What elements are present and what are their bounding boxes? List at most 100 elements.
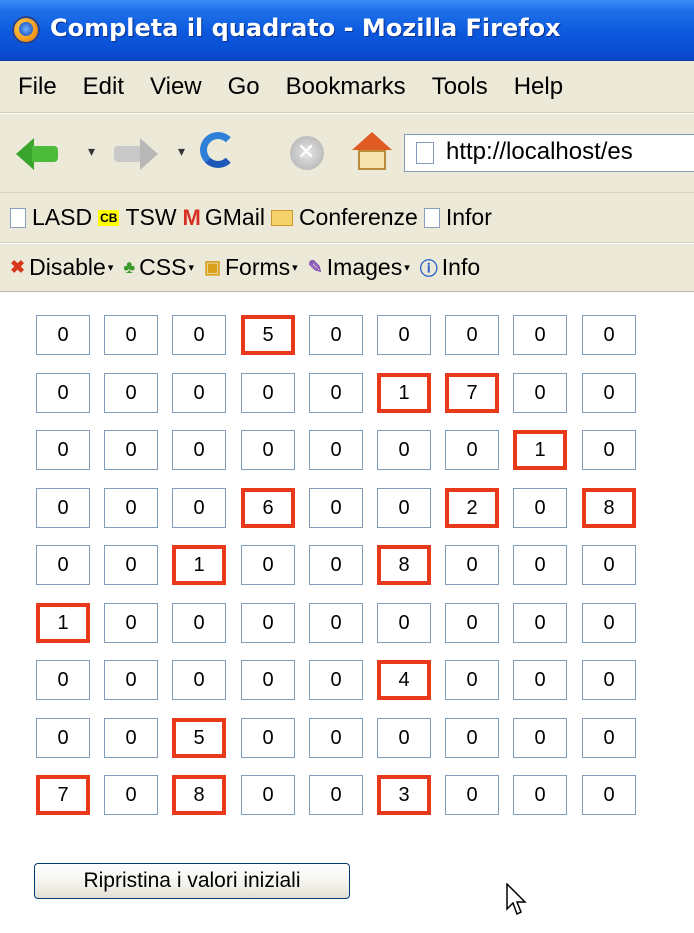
cell-input[interactable]: 0 (172, 373, 226, 413)
fixed-cell-input[interactable]: 1 (36, 603, 90, 643)
cell-input[interactable]: 0 (36, 373, 90, 413)
webdev-info[interactable]: ⓘ Info (420, 254, 480, 281)
webdev-forms[interactable]: ▣ Forms ▾ (204, 254, 298, 281)
fixed-cell-input[interactable]: 1 (377, 373, 431, 413)
webdev-images[interactable]: ✎ Images ▾ (308, 254, 410, 281)
bookmark-conferenze[interactable]: Conferenze (270, 204, 418, 231)
menu-go[interactable]: Go (228, 73, 260, 101)
cell-input[interactable]: 0 (582, 775, 636, 815)
cell-input[interactable]: 0 (36, 488, 90, 528)
cell-input[interactable]: 0 (445, 775, 499, 815)
fixed-cell-input[interactable]: 1 (513, 430, 567, 470)
cell-input[interactable]: 0 (104, 488, 158, 528)
bookmark-gmail[interactable]: M GMail (183, 204, 265, 231)
cell-input[interactable]: 0 (104, 603, 158, 643)
menu-bookmarks[interactable]: Bookmarks (286, 73, 406, 101)
bookmark-tsw[interactable]: CB TSW (98, 204, 177, 231)
cell-input[interactable]: 0 (445, 545, 499, 585)
cell-input[interactable]: 0 (582, 545, 636, 585)
forward-dropdown-icon[interactable]: ▾ (178, 144, 185, 160)
cell-input[interactable]: 0 (172, 488, 226, 528)
cell-input[interactable]: 0 (309, 373, 363, 413)
cell-input[interactable]: 0 (241, 430, 295, 470)
webdev-css[interactable]: ♣ CSS ▾ (123, 254, 194, 281)
cell-input[interactable]: 0 (445, 660, 499, 700)
menu-file[interactable]: File (18, 73, 57, 101)
cell-input[interactable]: 0 (582, 373, 636, 413)
cell-input[interactable]: 0 (36, 545, 90, 585)
fixed-cell-input[interactable]: 8 (172, 775, 226, 815)
home-icon[interactable] (358, 150, 386, 170)
fixed-cell-input[interactable]: 7 (445, 373, 499, 413)
url-text[interactable]: http://localhost/es (446, 138, 633, 166)
cell-input[interactable]: 0 (445, 718, 499, 758)
cell-input[interactable]: 0 (104, 430, 158, 470)
menu-help[interactable]: Help (514, 73, 563, 101)
forward-button[interactable] (114, 146, 140, 162)
webdev-disable[interactable]: ✖ Disable ▾ (10, 254, 113, 281)
cell-input[interactable]: 0 (445, 315, 499, 355)
back-button[interactable] (32, 146, 58, 162)
menu-edit[interactable]: Edit (83, 73, 124, 101)
cell-input[interactable]: 0 (309, 545, 363, 585)
cell-input[interactable]: 0 (104, 660, 158, 700)
cell-input[interactable]: 0 (513, 718, 567, 758)
bookmark-infor[interactable]: Infor (423, 204, 492, 231)
cell-input[interactable]: 0 (172, 430, 226, 470)
cell-input[interactable]: 0 (513, 775, 567, 815)
cell-input[interactable]: 0 (513, 660, 567, 700)
cell-input[interactable]: 0 (104, 373, 158, 413)
cell-input[interactable]: 0 (309, 315, 363, 355)
cell-input[interactable]: 0 (172, 660, 226, 700)
fixed-cell-input[interactable]: 1 (172, 545, 226, 585)
cell-input[interactable]: 0 (104, 315, 158, 355)
cell-input[interactable]: 0 (241, 603, 295, 643)
fixed-cell-input[interactable]: 4 (377, 660, 431, 700)
back-dropdown-icon[interactable]: ▾ (88, 144, 95, 160)
cell-input[interactable]: 0 (36, 718, 90, 758)
cell-input[interactable]: 0 (172, 603, 226, 643)
cell-input[interactable]: 0 (513, 545, 567, 585)
menu-view[interactable]: View (150, 73, 202, 101)
cell-input[interactable]: 0 (377, 718, 431, 758)
fixed-cell-input[interactable]: 5 (172, 718, 226, 758)
cell-input[interactable]: 0 (309, 775, 363, 815)
cell-input[interactable]: 0 (104, 545, 158, 585)
cell-input[interactable]: 0 (445, 430, 499, 470)
cell-input[interactable]: 0 (377, 603, 431, 643)
cell-input[interactable]: 0 (582, 315, 636, 355)
cell-input[interactable]: 0 (104, 775, 158, 815)
cell-input[interactable]: 0 (582, 718, 636, 758)
cell-input[interactable]: 0 (104, 718, 158, 758)
fixed-cell-input[interactable]: 8 (582, 488, 636, 528)
cell-input[interactable]: 0 (309, 488, 363, 528)
cell-input[interactable]: 0 (309, 660, 363, 700)
cell-input[interactable]: 0 (309, 718, 363, 758)
cell-input[interactable]: 0 (377, 430, 431, 470)
fixed-cell-input[interactable]: 5 (241, 315, 295, 355)
cell-input[interactable]: 0 (172, 315, 226, 355)
cell-input[interactable]: 0 (377, 488, 431, 528)
cell-input[interactable]: 0 (513, 315, 567, 355)
cell-input[interactable]: 0 (241, 775, 295, 815)
home-roof-icon[interactable] (352, 132, 392, 150)
reset-button[interactable]: Ripristina i valori iniziali (34, 863, 350, 899)
fixed-cell-input[interactable]: 3 (377, 775, 431, 815)
fixed-cell-input[interactable]: 6 (241, 488, 295, 528)
cell-input[interactable]: 0 (241, 545, 295, 585)
cell-input[interactable]: 0 (377, 315, 431, 355)
cell-input[interactable]: 0 (36, 430, 90, 470)
cell-input[interactable]: 0 (309, 430, 363, 470)
cell-input[interactable]: 0 (241, 373, 295, 413)
cell-input[interactable]: 0 (513, 488, 567, 528)
forward-arrow-icon[interactable] (140, 138, 158, 170)
fixed-cell-input[interactable]: 2 (445, 488, 499, 528)
fixed-cell-input[interactable]: 7 (36, 775, 90, 815)
cell-input[interactable]: 0 (309, 603, 363, 643)
cell-input[interactable]: 0 (582, 603, 636, 643)
menu-tools[interactable]: Tools (432, 73, 488, 101)
cell-input[interactable]: 0 (582, 430, 636, 470)
cell-input[interactable]: 0 (36, 660, 90, 700)
cell-input[interactable]: 0 (445, 603, 499, 643)
cell-input[interactable]: 0 (582, 660, 636, 700)
